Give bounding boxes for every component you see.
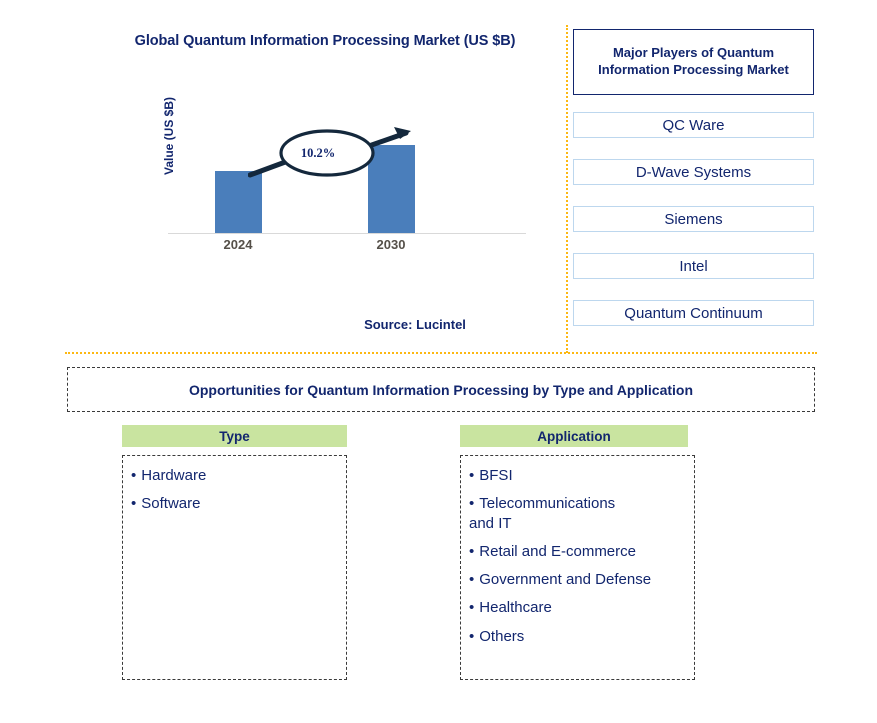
list-item: • Retail and E-commerce	[469, 542, 694, 562]
bullet-icon: •	[469, 495, 475, 513]
source-note: Source: Lucintel	[364, 317, 466, 332]
player-name: Siemens	[664, 210, 723, 228]
list-item-label: Hardware	[141, 467, 207, 484]
list-item: • Software	[131, 494, 346, 514]
player-name: QC Ware	[662, 116, 725, 134]
list-item-label: Others	[479, 627, 525, 645]
list-item-label: Telecommunications and IT	[469, 495, 616, 533]
list-item-label: Government and Defense	[479, 571, 652, 589]
bullet-icon: •	[131, 495, 137, 513]
column-body-application: • BFSI • Telecommunications and IT • Retail…	[460, 455, 695, 680]
list-item: • Government and Defense	[469, 570, 694, 590]
bullet-icon: •	[469, 627, 475, 645]
list-item-label: Retail and E-commerce	[479, 543, 636, 561]
list-item-label: BFSI	[479, 467, 513, 484]
player-name: D-Wave Systems	[635, 163, 752, 181]
player-box-d-wave-systems[interactable]: D-Wave Systems	[573, 159, 814, 185]
player-box-quantum-continuum[interactable]: Quantum Continuum	[573, 300, 814, 326]
players-header-text: Major Players of Quantum Information Pro…	[598, 45, 789, 77]
x-axis-line	[168, 233, 526, 234]
list-item: • BFSI	[469, 466, 694, 486]
column-body-type: • Hardware • Software	[122, 455, 347, 680]
vertical-divider	[566, 25, 568, 353]
player-box-qc-ware[interactable]: QC Ware	[573, 112, 814, 138]
bullet-icon: •	[469, 599, 475, 617]
list-item-label: Software	[141, 495, 201, 513]
column-header-type: Type	[122, 425, 347, 447]
players-header-box: Major Players of Quantum Information Pro…	[573, 29, 814, 95]
player-box-siemens[interactable]: Siemens	[573, 206, 814, 232]
bullet-icon: •	[469, 467, 475, 484]
column-header-label: Application	[537, 428, 611, 444]
bar-chart: Value (US $B) 2024 2030 10.2%	[140, 97, 540, 255]
list-item: • Hardware	[131, 466, 346, 486]
column-header-label: Type	[219, 428, 250, 444]
player-box-intel[interactable]: Intel	[573, 253, 814, 279]
infographic-canvas: Global Quantum Information Processing Ma…	[0, 0, 877, 723]
opportunities-banner: Opportunities for Quantum Information Pr…	[67, 367, 815, 412]
horizontal-divider	[65, 352, 817, 354]
player-name: Quantum Continuum	[624, 304, 763, 322]
list-item: • Others	[469, 627, 694, 647]
list-item: • Healthcare	[469, 598, 694, 618]
player-name: Intel	[679, 257, 708, 275]
x-tick-2024: 2024	[223, 237, 253, 252]
bullet-icon: •	[469, 543, 475, 561]
bullet-icon: •	[469, 571, 475, 589]
bullet-icon: •	[131, 467, 137, 484]
cagr-value: 10.2%	[300, 146, 336, 160]
list-item: • Telecommunications and IT	[469, 494, 694, 534]
x-tick-2030: 2030	[376, 237, 406, 252]
chart-title: Global Quantum Information Processing Ma…	[134, 33, 516, 49]
opportunities-banner-text: Opportunities for Quantum Information Pr…	[188, 381, 694, 398]
column-header-application: Application	[460, 425, 688, 447]
list-item-label: Healthcare	[479, 599, 552, 617]
